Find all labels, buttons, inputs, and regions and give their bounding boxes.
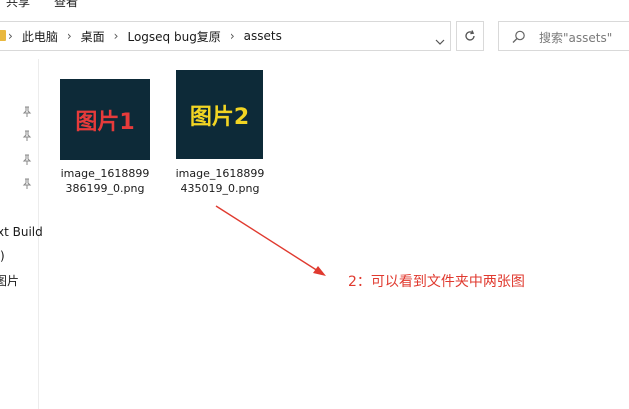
breadcrumb-logseq-folder[interactable]: Logseq bug复原 <box>127 28 220 45</box>
file-thumbnail[interactable]: 图片1 <box>60 79 150 160</box>
annotation-text: 2：可以看到文件夹中两张图 <box>348 274 525 290</box>
nav-item-build[interactable]: xt Build <box>0 225 43 239</box>
navigation-pane: xt Build ) 图片 <box>0 59 43 409</box>
tab-view[interactable]: 查看 <box>54 0 78 10</box>
pin-icon[interactable] <box>22 130 32 142</box>
folder-icon <box>0 30 6 41</box>
search-icon <box>512 30 525 43</box>
nav-item-drive[interactable]: ) <box>0 249 5 263</box>
pin-icon[interactable] <box>22 106 32 118</box>
refresh-icon[interactable] <box>456 21 484 51</box>
search-placeholder: 搜索"assets" <box>539 31 613 45</box>
chevron-down-icon[interactable] <box>430 28 450 56</box>
thumbnail-label: 图片1 <box>75 109 135 135</box>
breadcrumb-desktop[interactable]: 桌面 <box>81 28 105 45</box>
tab-share[interactable]: 共享 <box>6 0 30 10</box>
file-name[interactable]: image_1618899 435019_0.png <box>172 166 268 196</box>
address-row: › 此电脑 › 桌面 › Logseq bug复原 › assets 搜索"as… <box>0 15 629 59</box>
breadcrumb: › 此电脑 › 桌面 › Logseq bug复原 › assets <box>8 22 282 50</box>
search-input[interactable]: 搜索"assets" <box>498 21 629 51</box>
ribbon-tabs: 共享 查看 <box>0 0 629 15</box>
thumbnail-label: 图片2 <box>189 104 250 130</box>
chevron-right-icon[interactable]: › <box>114 29 119 43</box>
file-name[interactable]: image_1618899 386199_0.png <box>57 166 153 196</box>
pin-icon[interactable] <box>22 178 32 190</box>
annotation-arrow <box>215 205 326 276</box>
chevron-right-icon[interactable]: › <box>230 29 235 43</box>
pin-icon[interactable] <box>22 154 32 166</box>
file-name-line: 386199_0.png <box>65 182 145 195</box>
file-name-line: 435019_0.png <box>180 182 260 195</box>
breadcrumb-assets[interactable]: assets <box>244 29 282 43</box>
chevron-right-icon[interactable]: › <box>8 29 13 43</box>
file-thumbnail[interactable]: 图片2 <box>176 70 263 159</box>
chevron-right-icon[interactable]: › <box>67 29 72 43</box>
file-name-line: image_1618899 <box>60 167 150 180</box>
file-name-line: image_1618899 <box>175 167 265 180</box>
breadcrumb-this-pc[interactable]: 此电脑 <box>22 28 58 45</box>
nav-item-pictures[interactable]: 图片 <box>0 272 19 289</box>
address-bar[interactable]: › 此电脑 › 桌面 › Logseq bug复原 › assets <box>0 21 451 51</box>
